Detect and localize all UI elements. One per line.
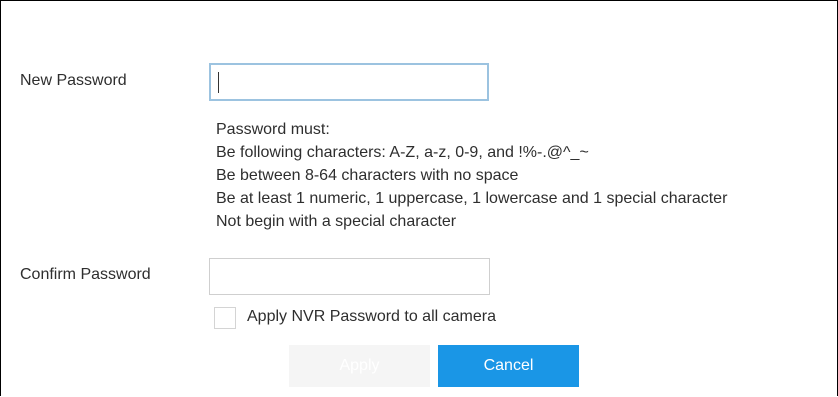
requirement-item: Be between 8-64 characters with no space: [216, 167, 519, 184]
requirements-heading: Password must:: [216, 121, 330, 138]
cancel-button[interactable]: Cancel: [438, 345, 579, 387]
apply-button[interactable]: Apply: [289, 345, 430, 387]
apply-all-camera-checkbox[interactable]: [214, 307, 236, 329]
new-password-field[interactable]: [209, 63, 489, 101]
password-dialog: New Password Password must: Be following…: [0, 0, 838, 396]
new-password-label: New Password: [20, 72, 127, 89]
confirm-password-field[interactable]: [209, 258, 490, 295]
requirement-item: Be at least 1 numeric, 1 uppercase, 1 lo…: [216, 190, 728, 207]
password-requirements: Password must: Be following characters: …: [216, 118, 727, 233]
confirm-password-label: Confirm Password: [20, 266, 151, 283]
text-caret: [218, 72, 219, 93]
requirement-item: Not begin with a special character: [216, 213, 457, 230]
requirement-item: Be following characters: A-Z, a-z, 0-9, …: [216, 144, 589, 161]
apply-all-camera-label[interactable]: Apply NVR Password to all camera: [247, 308, 496, 326]
